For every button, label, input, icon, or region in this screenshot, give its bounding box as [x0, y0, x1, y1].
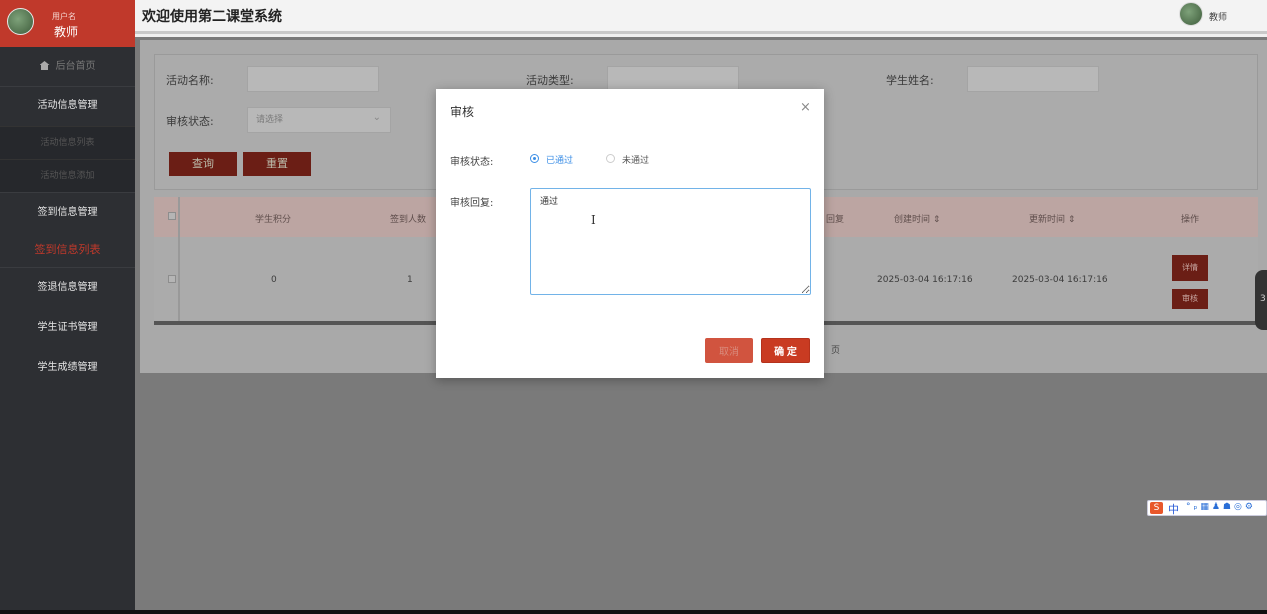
radio-fail-label[interactable]: 未通过	[622, 153, 649, 166]
row-checkbox[interactable]	[168, 275, 176, 283]
side-float-tab[interactable]: 3	[1255, 270, 1267, 330]
ime-logo-icon[interactable]: S	[1150, 502, 1163, 514]
status-filter-label: 审核状态:	[166, 115, 214, 128]
cell-created: 2025-03-04 16:17:16	[877, 275, 973, 285]
sidebar-item-certificate-management[interactable]: 学生证书管理	[0, 309, 135, 347]
review-status-label: 审核状态:	[450, 157, 494, 168]
sidebar-item-activity-list[interactable]: 活动信息列表	[0, 126, 135, 159]
home-icon	[39, 61, 50, 70]
close-icon[interactable]: ×	[800, 100, 811, 115]
cancel-button[interactable]: 取消	[705, 338, 753, 363]
status-filter-select[interactable]: 请选择	[247, 106, 391, 133]
column-header-actions: 操作	[1181, 215, 1200, 225]
page-title: 欢迎使用第二课堂系统	[142, 9, 282, 25]
student-name-label: 学生姓名:	[886, 74, 934, 87]
column-header-reply: 回复	[826, 215, 845, 225]
ime-mode-toggle[interactable]: 中	[1168, 501, 1179, 517]
detail-button[interactable]: 详情	[1172, 255, 1208, 281]
radio-fail[interactable]	[606, 154, 615, 163]
select-all-checkbox[interactable]	[168, 212, 176, 220]
sidebar-item-signout-management[interactable]: 签退信息管理	[0, 269, 135, 307]
user-label: 用户名	[52, 12, 76, 21]
cell-points: 0	[271, 275, 277, 285]
sidebar-item-score-management[interactable]: 学生成绩管理	[0, 349, 135, 387]
sidebar-item-signin-management[interactable]: 签到信息管理	[0, 194, 135, 232]
column-header-created[interactable]: 创建时间 ⇕	[894, 212, 940, 225]
sidebar-item-signin-list[interactable]: 签到信息列表	[0, 234, 135, 266]
sidebar-item-activity-management[interactable]: 活动信息管理	[0, 87, 135, 125]
student-name-input[interactable]	[967, 66, 1099, 92]
column-header-points: 学生积分	[255, 215, 292, 225]
side-tab-label: 3	[1260, 294, 1266, 304]
ime-tools-icons[interactable]: °ₚ▦♟☗◎⚙	[1186, 502, 1256, 512]
sidebar-item-home[interactable]: 后台首页	[0, 55, 135, 79]
review-dialog: 审核 × 审核状态: 已通过 未通过 审核回复: I 取消 确 定	[436, 89, 824, 378]
divider	[0, 192, 135, 193]
review-reply-label: 审核回复:	[450, 198, 494, 209]
sidebar-item-label: 后台首页	[55, 61, 96, 72]
header: 欢迎使用第二课堂系统 教师	[135, 0, 1267, 34]
column-header-updated[interactable]: 更新时间 ⇕	[1029, 212, 1075, 225]
pagination-suffix: 页	[831, 346, 841, 356]
column-separator	[178, 197, 180, 321]
sidebar-item-activity-add[interactable]: 活动信息添加	[0, 159, 135, 192]
radio-pass[interactable]	[530, 154, 539, 163]
dialog-title: 审核	[450, 105, 475, 119]
activity-name-label: 活动名称:	[166, 74, 214, 87]
header-user-name[interactable]: 教师	[1209, 10, 1227, 23]
sidebar-user-panel: 用户名 教师	[0, 0, 135, 47]
ime-toolbar[interactable]: S 中 °ₚ▦♟☗◎⚙	[1147, 500, 1267, 516]
radio-pass-label[interactable]: 已通过	[546, 153, 573, 166]
confirm-button[interactable]: 确 定	[761, 338, 810, 363]
text-cursor-icon: I	[591, 213, 596, 227]
cell-signin-count: 1	[407, 275, 413, 285]
column-header-signin-count: 签到人数	[390, 215, 427, 225]
divider	[0, 267, 135, 268]
sidebar: 用户名 教师 后台首页 活动信息管理 活动信息列表 活动信息添加 签到信息管理 …	[0, 0, 135, 614]
cell-updated: 2025-03-04 16:17:16	[1012, 275, 1108, 285]
reset-button[interactable]: 重置	[243, 152, 311, 176]
avatar	[7, 8, 34, 35]
avatar[interactable]	[1179, 2, 1203, 26]
user-role: 教师	[54, 25, 79, 39]
review-button[interactable]: 审核	[1172, 289, 1208, 309]
review-reply-textarea[interactable]	[530, 188, 811, 295]
query-button[interactable]: 查询	[169, 152, 237, 176]
activity-name-input[interactable]	[247, 66, 379, 92]
bottom-bar	[0, 610, 1267, 614]
activity-type-label: 活动类型:	[526, 74, 574, 87]
